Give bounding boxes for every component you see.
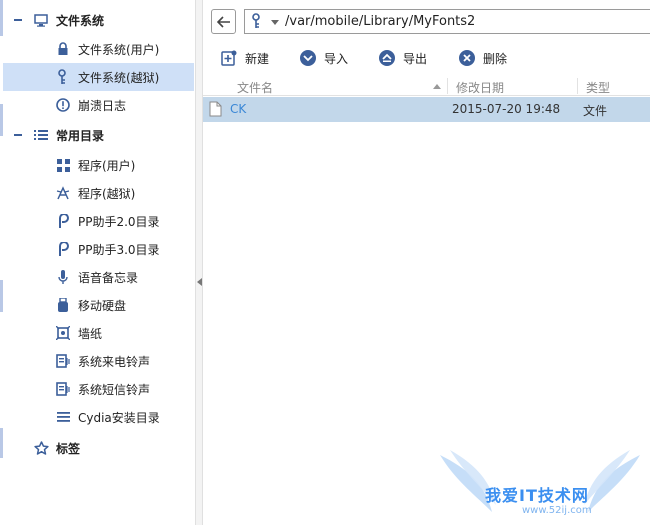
address-path[interactable]: /var/mobile/Library/MyFonts2 [285,14,475,29]
section-common-dirs[interactable]: 常用目录 [0,121,195,149]
pp-logo-icon [55,213,71,229]
column-divider[interactable] [577,78,578,94]
monitor-icon [33,12,49,28]
delete-button[interactable]: 删除 [459,48,507,68]
export-label: 导出 [403,51,428,66]
sort-ascending-icon[interactable] [433,84,441,89]
sidebar-item-label: 程序(用户) [78,158,136,173]
key-icon [55,69,71,85]
sidebar-item-wallpaper[interactable]: 墙纸 [0,319,195,347]
sidebar-item-label: Cydia安装目录 [78,410,160,425]
sidebar-item-fs-user[interactable]: 文件系统(用户) [0,35,195,63]
microphone-icon [55,269,71,285]
collapse-icon[interactable] [14,134,22,136]
sidebar-item-voice-memos[interactable]: 语音备忘录 [0,263,195,291]
import-label: 导入 [324,51,349,66]
alert-circle-icon [55,97,71,113]
delete-label: 删除 [483,51,508,66]
sidebar-item-label: 移动硬盘 [78,298,127,313]
sidebar-item-sms-tone[interactable]: 系统短信铃声 [0,375,195,403]
wallpaper-icon [55,325,71,341]
chevron-down-icon[interactable] [271,20,279,25]
menu-lines-icon [55,409,71,425]
section-file-system[interactable]: 文件系统 [0,6,195,34]
column-divider[interactable] [447,78,448,94]
sidebar-item-label: PP助手3.0目录 [78,242,160,257]
new-button[interactable]: 新建 [221,48,269,68]
sidebar-item-label: 崩溃日志 [78,98,127,113]
list-icon [33,127,49,143]
sidebar: 文件系统 文件系统(用户) 文件系统(越狱) 崩溃日志 常用目录 程序(用户) [0,0,195,525]
sidebar-item-label: 文件系统(用户) [78,42,160,57]
file-list-header: 文件名 修改日期 类型 [203,76,650,96]
file-icon [209,101,222,117]
arrow-left-icon [216,15,230,28]
section-label: 常用目录 [56,128,105,143]
section-tags[interactable]: 标签 [0,434,195,462]
sidebar-item-cydia-install[interactable]: Cydia安装目录 [0,403,195,431]
cydia-app-icon [55,185,71,201]
apps-grid-icon [55,157,71,173]
import-icon [300,50,316,66]
sidebar-item-label: 系统来电铃声 [78,354,151,369]
watermark-logo: 我爱IT技术网 www.52ij.com [430,440,650,525]
address-bar[interactable]: /var/mobile/Library/MyFonts2 [244,9,650,34]
new-label: 新建 [245,51,270,66]
export-button[interactable]: 导出 [379,48,427,68]
export-icon [379,50,395,66]
sidebar-item-crash-log[interactable]: 崩溃日志 [0,91,195,119]
sidebar-item-ringtone[interactable]: 系统来电铃声 [0,347,195,375]
star-icon [33,440,49,456]
pane-splitter[interactable] [195,0,203,525]
column-header-modified[interactable]: 修改日期 [456,79,504,96]
watermark-text: 我爱IT技术网 [485,486,589,505]
sidebar-item-label: 语音备忘录 [78,270,139,285]
file-modified: 2015-07-20 19:48 [452,102,561,116]
table-row[interactable]: CK 2015-07-20 19:48 文件 [203,97,650,122]
back-button[interactable] [211,9,236,34]
address-row: /var/mobile/Library/MyFonts2 [203,0,650,40]
toolbar: 新建 导入 导出 删除 [203,42,650,72]
file-type: 文件 [583,104,608,118]
ringtone-icon [55,353,71,369]
sidebar-item-pp2[interactable]: PP助手2.0目录 [0,207,195,235]
lock-icon [55,41,71,57]
new-icon [221,50,237,66]
collapse-icon[interactable] [14,19,22,21]
watermark-url: www.52ij.com [522,505,592,516]
column-header-name[interactable]: 文件名 [237,79,273,96]
sidebar-item-usb-drive[interactable]: 移动硬盘 [0,291,195,319]
sms-tone-icon [55,381,71,397]
column-header-type[interactable]: 类型 [586,79,610,96]
sidebar-item-pp3[interactable]: PP助手3.0目录 [0,235,195,263]
sidebar-item-label: PP助手2.0目录 [78,214,160,229]
import-button[interactable]: 导入 [300,48,348,68]
usb-drive-icon [55,297,71,313]
pp-logo-icon [55,241,71,257]
section-label: 标签 [56,441,81,456]
sidebar-item-apps-user[interactable]: 程序(用户) [0,151,195,179]
sidebar-item-label: 文件系统(越狱) [78,70,160,85]
delete-icon [459,50,475,66]
sidebar-item-fs-jailbreak[interactable]: 文件系统(越狱) [3,63,194,91]
sidebar-item-label: 系统短信铃声 [78,382,151,397]
sidebar-item-apps-jailbreak[interactable]: 程序(越狱) [0,179,195,207]
collapse-arrow-icon[interactable] [197,278,202,286]
sidebar-item-label: 墙纸 [78,326,103,341]
file-name[interactable]: CK [230,102,246,116]
section-label: 文件系统 [56,13,105,28]
sidebar-item-label: 程序(越狱) [78,186,136,201]
key-icon[interactable] [251,13,267,30]
